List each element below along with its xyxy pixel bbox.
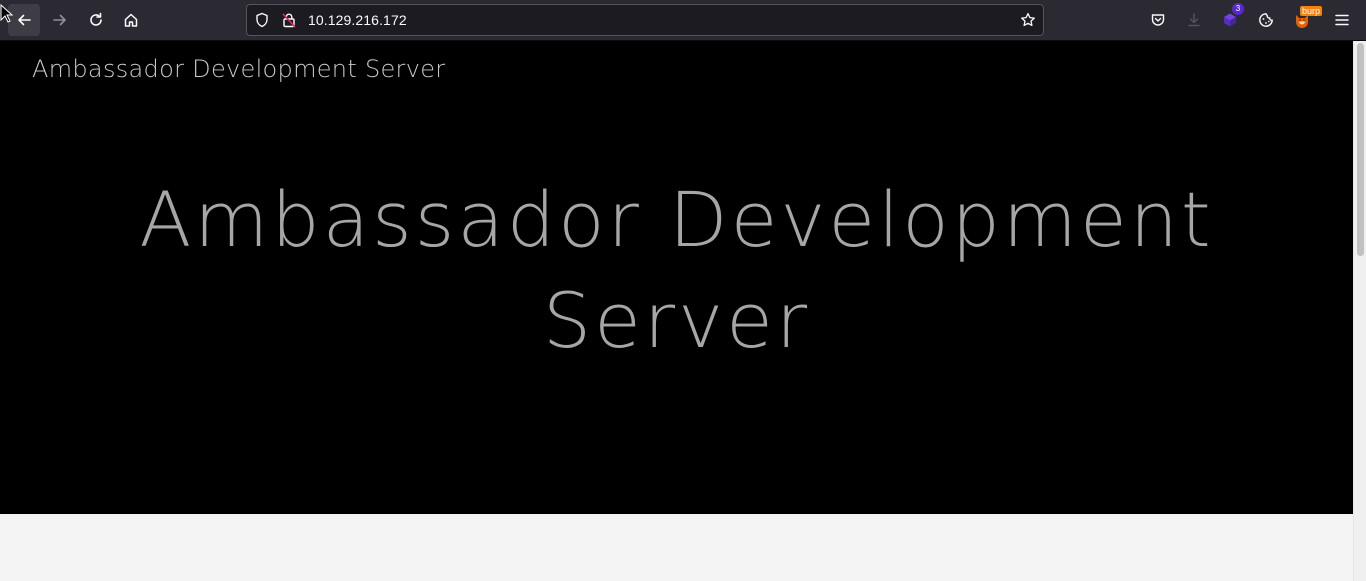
web-page: Ambassador Development Server Ambassador… (0, 41, 1353, 581)
home-icon (124, 13, 138, 27)
insecure-lock-icon[interactable] (281, 12, 297, 28)
back-arrow-icon (18, 14, 31, 26)
scrollbar-thumb[interactable] (1357, 43, 1364, 256)
forward-button[interactable] (44, 4, 76, 36)
downloads-icon (1188, 13, 1200, 27)
browser-toolbar: 10.129.216.172 3 burp (0, 0, 1366, 41)
hero-heading: Ambassador Development Server (139, 175, 1214, 365)
extension-button[interactable]: 3 (1214, 3, 1246, 36)
bookmark-star-icon[interactable] (1020, 12, 1036, 28)
reload-icon (90, 12, 102, 26)
extension-badge-count: 3 (1232, 3, 1244, 15)
tracking-protection-shield-icon[interactable] (254, 12, 270, 28)
downloads-button[interactable] (1178, 4, 1210, 36)
url-bar[interactable]: 10.129.216.172 (246, 4, 1044, 36)
pocket-icon (1151, 14, 1165, 26)
mouse-cursor-icon (0, 4, 14, 23)
cookie-icon (1259, 13, 1273, 27)
menu-button[interactable] (1326, 4, 1358, 36)
url-text[interactable]: 10.129.216.172 (308, 12, 407, 28)
hamburger-menu-icon (1335, 14, 1349, 26)
home-button[interactable] (115, 4, 147, 36)
burp-label: burp (1300, 6, 1323, 16)
pocket-button[interactable] (1142, 4, 1174, 36)
burp-button[interactable]: burp (1286, 4, 1323, 36)
forward-arrow-icon (53, 14, 66, 26)
cookie-button[interactable] (1250, 4, 1282, 36)
hero-section: Ambassador Development Server Ambassador… (0, 41, 1353, 514)
reload-button[interactable] (80, 4, 112, 36)
site-title[interactable]: Ambassador Development Server (32, 55, 445, 83)
page-scrollbar[interactable] (1353, 41, 1366, 581)
